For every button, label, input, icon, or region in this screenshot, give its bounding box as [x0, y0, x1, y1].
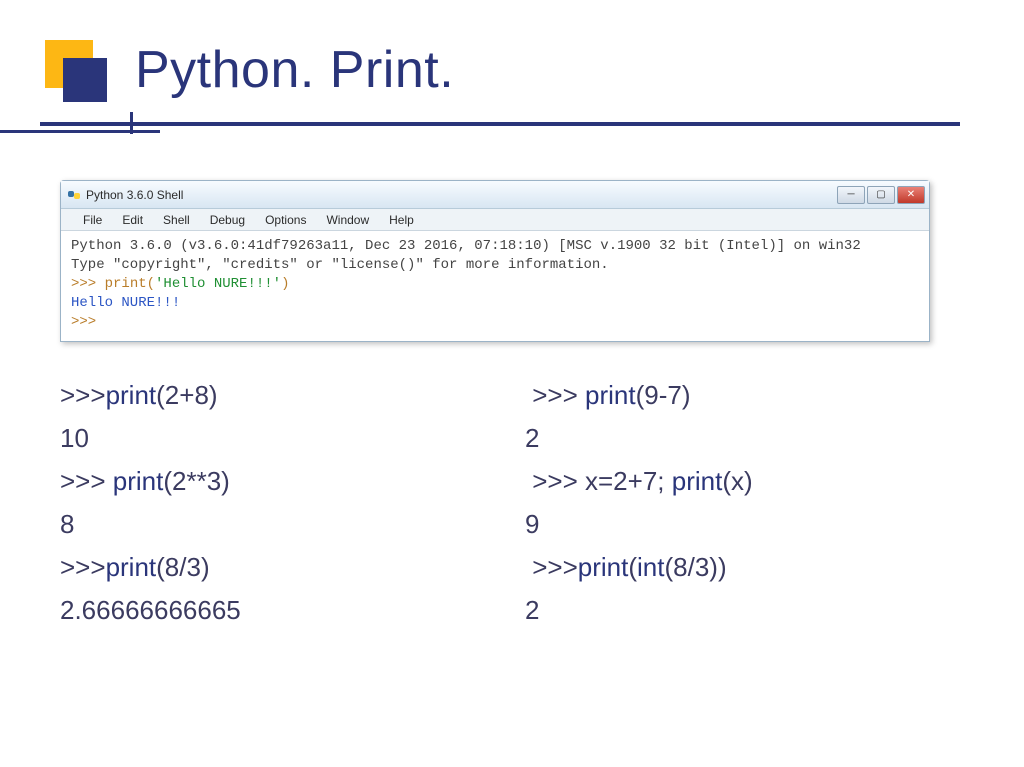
banner-line2: Type "copyright", "credits" or "license(… — [71, 257, 609, 273]
r3-pre: >>> x=2+7; — [525, 466, 672, 496]
menu-debug[interactable]: Debug — [200, 210, 255, 230]
l-line2: 10 — [60, 423, 485, 454]
logo-blue-square — [63, 58, 107, 102]
l3-fn: print — [113, 466, 164, 496]
l-line5: >>>print(8/3) — [60, 552, 485, 583]
l3-post: (2**3) — [163, 466, 229, 496]
l-line6: 2.66666666665 — [60, 595, 485, 626]
l5-fn: print — [106, 552, 157, 582]
shell-body[interactable]: Python 3.6.0 (v3.6.0:41df79263a11, Dec 2… — [61, 231, 929, 341]
r-line1: >>> print(9-7) — [525, 380, 950, 411]
r5-post: (8/3)) — [665, 552, 727, 582]
code-close: ) — [281, 276, 289, 292]
l-line3: >>> print(2**3) — [60, 466, 485, 497]
close-button[interactable]: ✕ — [897, 186, 925, 204]
l-line1: >>>print(2+8) — [60, 380, 485, 411]
r5-fna: print — [578, 552, 629, 582]
l5-pre: >>> — [60, 552, 106, 582]
menu-help[interactable]: Help — [379, 210, 424, 230]
window-buttons: ─ ▢ ✕ — [835, 186, 925, 204]
r3-post: (x) — [722, 466, 752, 496]
banner-line1: Python 3.6.0 (v3.6.0:41df79263a11, Dec 2… — [71, 238, 861, 254]
header: Python. Print. — [60, 40, 954, 170]
l5-post: (8/3) — [156, 552, 209, 582]
r-line2: 2 — [525, 423, 950, 454]
slide-title: Python. Print. — [135, 40, 454, 100]
output-line: Hello NURE!!! — [71, 295, 180, 311]
r1-pre: >>> — [525, 380, 585, 410]
r1-post: (9-7) — [636, 380, 691, 410]
r5-mid: ( — [628, 552, 637, 582]
menu-edit[interactable]: Edit — [112, 210, 153, 230]
r1-fn: print — [585, 380, 636, 410]
r3-fn: print — [672, 466, 723, 496]
python-icon — [67, 188, 81, 202]
prompt-1: >>> — [71, 276, 105, 292]
menu-file[interactable]: File — [73, 210, 112, 230]
window-title: Python 3.6.0 Shell — [86, 188, 183, 202]
left-column: >>>print(2+8) 10 >>> print(2**3) 8 >>>pr… — [60, 380, 485, 638]
slide: Python. Print. Python 3.6.0 Shell ─ ▢ ✕ … — [0, 0, 1024, 767]
rule-short — [0, 130, 160, 133]
minimize-button[interactable]: ─ — [837, 186, 865, 204]
l3-pre: >>> — [60, 466, 113, 496]
code-print: print( — [105, 276, 155, 292]
titlebar-left: Python 3.6.0 Shell — [67, 188, 183, 202]
r-line6: 2 — [525, 595, 950, 626]
maximize-button[interactable]: ▢ — [867, 186, 895, 204]
menu-options[interactable]: Options — [255, 210, 316, 230]
right-column: >>> print(9-7) 2 >>> x=2+7; print(x) 9 >… — [525, 380, 950, 638]
rule-long — [40, 122, 960, 126]
r5-fnb: int — [637, 552, 664, 582]
r-line3: >>> x=2+7; print(x) — [525, 466, 950, 497]
titlebar: Python 3.6.0 Shell ─ ▢ ✕ — [61, 181, 929, 209]
menu-window[interactable]: Window — [316, 210, 379, 230]
l-line4: 8 — [60, 509, 485, 540]
menubar: File Edit Shell Debug Options Window Hel… — [61, 209, 929, 231]
r-line4: 9 — [525, 509, 950, 540]
menu-shell[interactable]: Shell — [153, 210, 200, 230]
l1-pre: >>> — [60, 380, 106, 410]
prompt-2: >>> — [71, 314, 96, 330]
code-string: 'Hello NURE!!!' — [155, 276, 281, 292]
l1-post: (2+8) — [156, 380, 217, 410]
examples: >>>print(2+8) 10 >>> print(2**3) 8 >>>pr… — [60, 380, 950, 638]
r5-pre: >>> — [525, 552, 578, 582]
l1-fn: print — [106, 380, 157, 410]
python-shell-window: Python 3.6.0 Shell ─ ▢ ✕ File Edit Shell… — [60, 180, 930, 342]
r-line5: >>>print(int(8/3)) — [525, 552, 950, 583]
